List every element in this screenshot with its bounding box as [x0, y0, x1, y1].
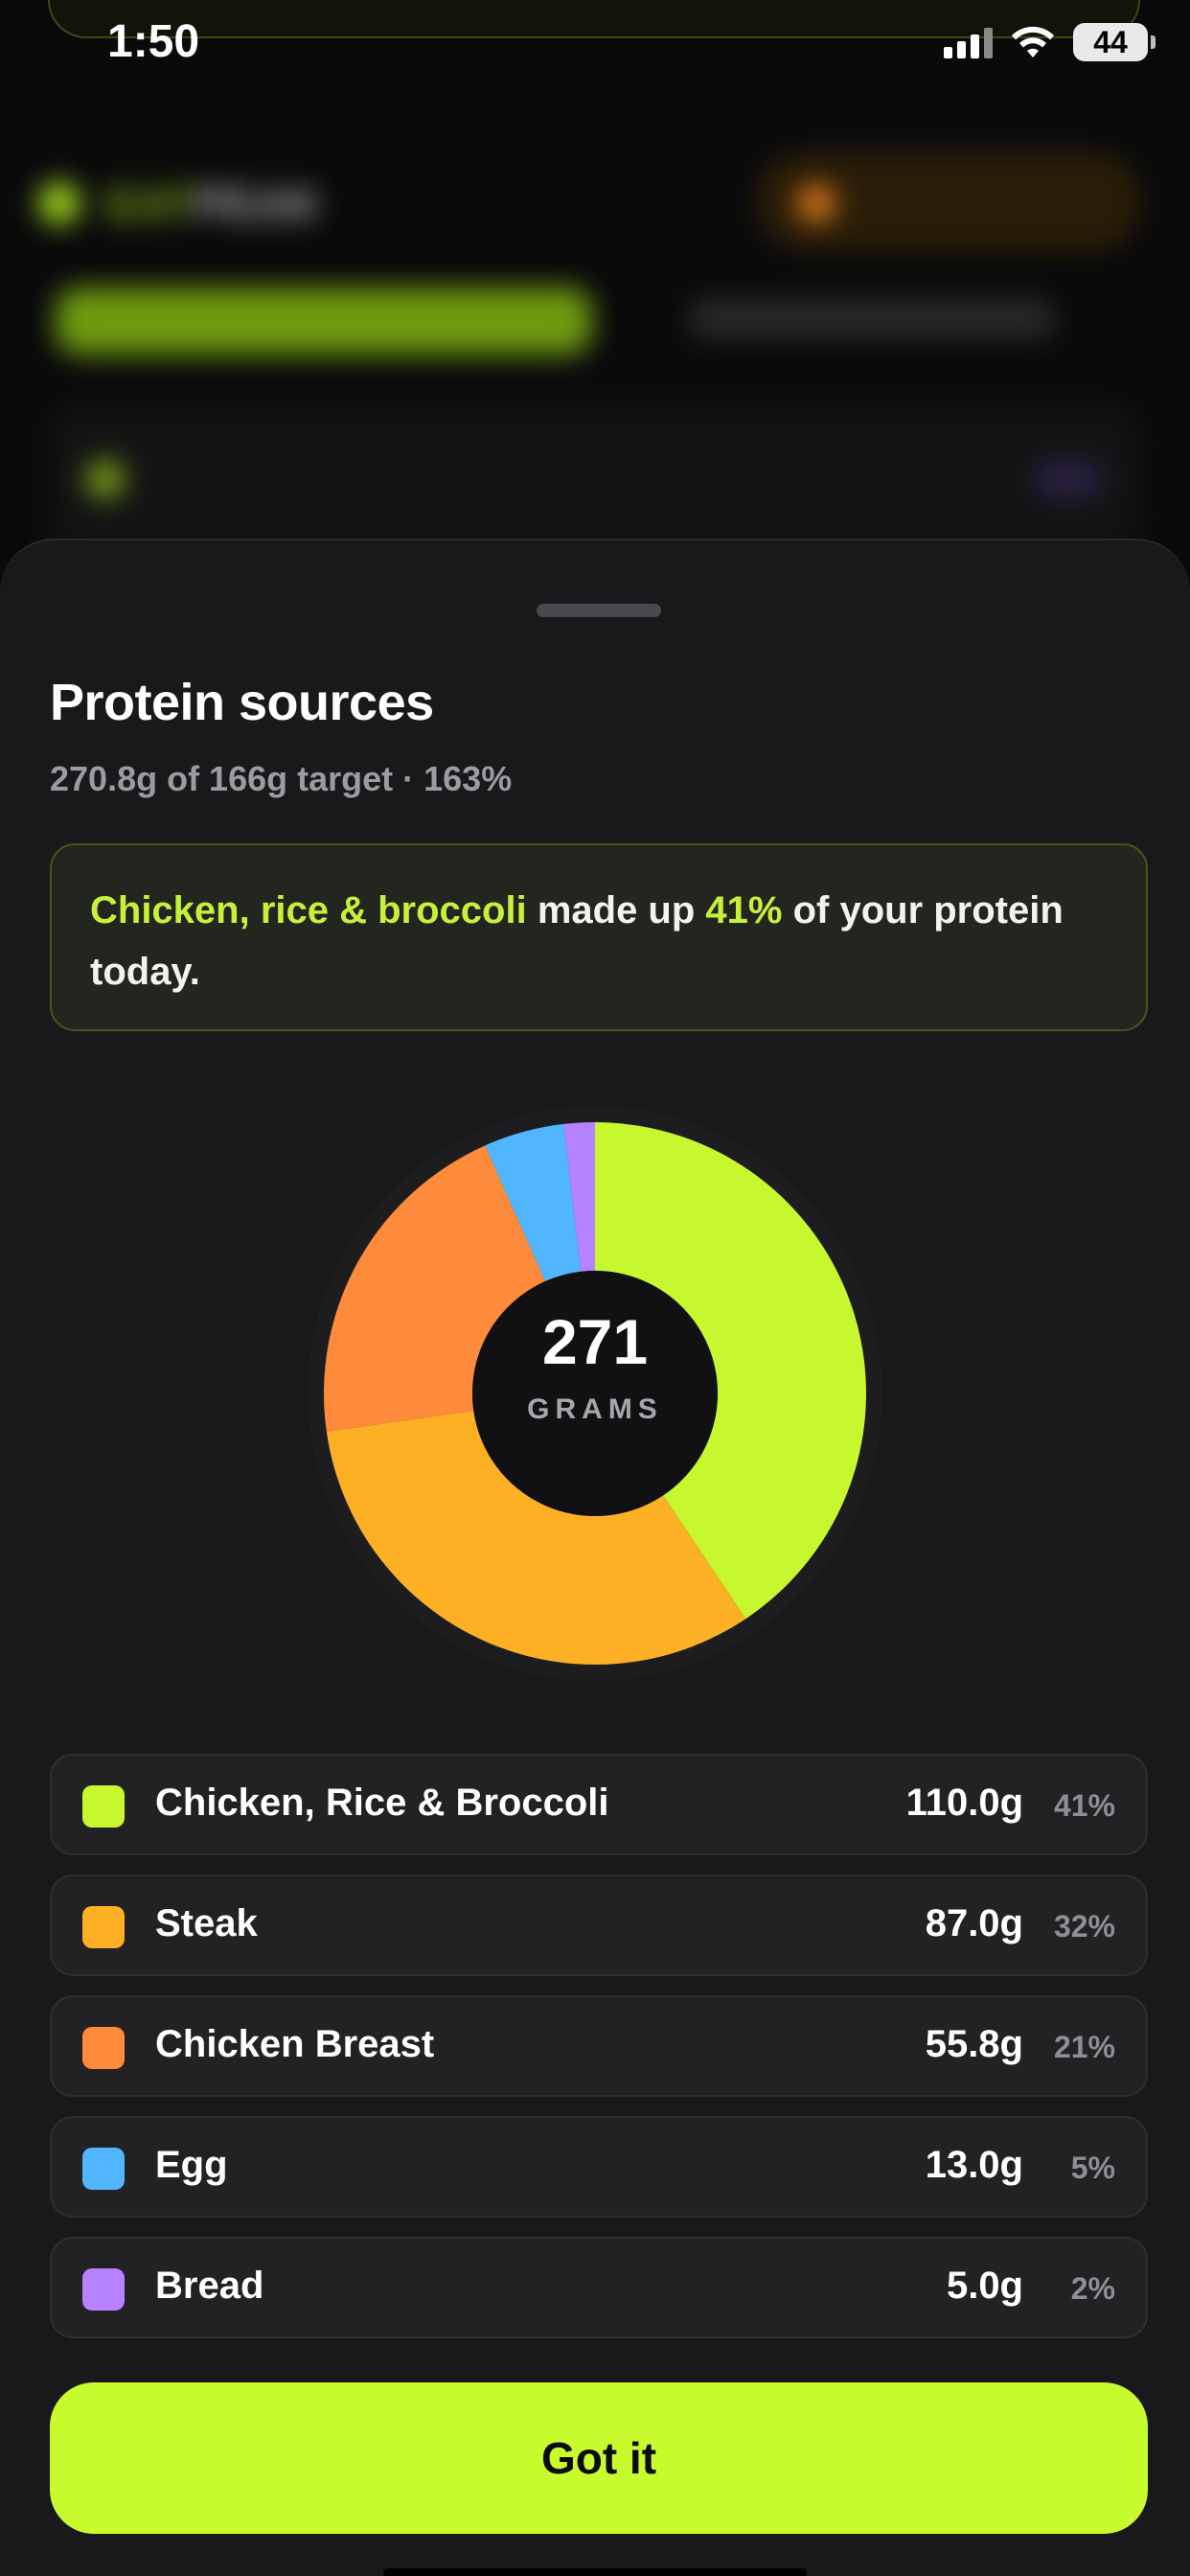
source-percent: 41% — [1053, 1788, 1115, 1823]
battery-icon: 44 — [1073, 23, 1156, 61]
background-app: EATPEAK — [0, 0, 1190, 594]
swatch-icon — [82, 2268, 125, 2311]
sheet-title: Protein sources — [50, 674, 434, 731]
source-percent: 2% — [1070, 2271, 1115, 2306]
source-name: Chicken Breast — [155, 2023, 435, 2065]
source-percent: 21% — [1053, 2030, 1115, 2064]
source-percent: 5% — [1070, 2150, 1115, 2185]
source-row-egg[interactable]: Egg 13.0g 5% — [50, 2116, 1148, 2218]
source-percent: 32% — [1053, 1909, 1115, 1944]
swatch-icon — [82, 2148, 125, 2190]
source-grams: 55.8g — [925, 2023, 1023, 2065]
cellular-signal-icon — [944, 26, 993, 58]
source-name: Bread — [155, 2265, 264, 2307]
swatch-icon — [82, 2027, 125, 2069]
swatch-icon — [82, 1906, 125, 1948]
home-indicator[interactable] — [383, 2568, 807, 2576]
source-grams: 87.0g — [925, 1902, 1023, 1944]
donut-unit: GRAMS — [527, 1393, 663, 1425]
background-blur: EATPEAK — [0, 96, 1190, 594]
protein-sources-sheet: Protein sources 270.8g of 166g target · … — [0, 539, 1190, 2576]
source-grams: 5.0g — [946, 2265, 1023, 2307]
source-grams: 13.0g — [925, 2144, 1023, 2186]
insight-percent: 41% — [705, 889, 783, 932]
source-row-steak[interactable]: Steak 87.0g 32% — [50, 1874, 1148, 1976]
source-name: Steak — [155, 1902, 258, 1944]
flame-icon — [797, 184, 835, 222]
status-icons: 44 — [944, 21, 1156, 63]
source-row-chicken-breast[interactable]: Chicken Breast 55.8g 21% — [50, 1995, 1148, 2097]
insight-card: Chicken, rice & broccoli made up 41% of … — [50, 843, 1148, 1031]
meal-card — [48, 402, 1140, 556]
insight-text-mid: made up — [526, 889, 706, 932]
swatch-icon — [82, 1785, 125, 1828]
streak-pill — [757, 153, 1140, 249]
status-bar: 1:50 44 — [0, 0, 1190, 86]
app-logo: EATPEAK — [107, 179, 322, 229]
source-grams: 110.0g — [905, 1782, 1023, 1824]
tab-active — [56, 288, 592, 355]
meal-dot-icon — [86, 460, 125, 498]
sheet-grabber[interactable] — [537, 604, 661, 617]
sheet-subtitle: 270.8g of 166g target · 163% — [50, 759, 513, 798]
wifi-icon — [1012, 26, 1054, 58]
got-it-button[interactable]: Got it — [50, 2382, 1148, 2534]
source-name: Egg — [155, 2144, 228, 2186]
tab-inactive — [690, 299, 1054, 337]
app-logo-icon — [38, 182, 80, 224]
insight-food: Chicken, rice & broccoli — [90, 889, 527, 932]
protein-source-list: Chicken, Rice & Broccoli 110.0g 41% Stea… — [50, 1754, 1148, 2358]
status-time: 1:50 — [107, 16, 200, 67]
source-name: Chicken, Rice & Broccoli — [155, 1782, 609, 1824]
meal-badge — [1035, 462, 1102, 496]
donut-total: 271 — [541, 1306, 649, 1377]
source-row-bread[interactable]: Bread 5.0g 2% — [50, 2237, 1148, 2338]
protein-donut-chart: 271 GRAMS — [308, 1106, 882, 1681]
source-row-chicken-rice-broccoli[interactable]: Chicken, Rice & Broccoli 110.0g 41% — [50, 1754, 1148, 1855]
